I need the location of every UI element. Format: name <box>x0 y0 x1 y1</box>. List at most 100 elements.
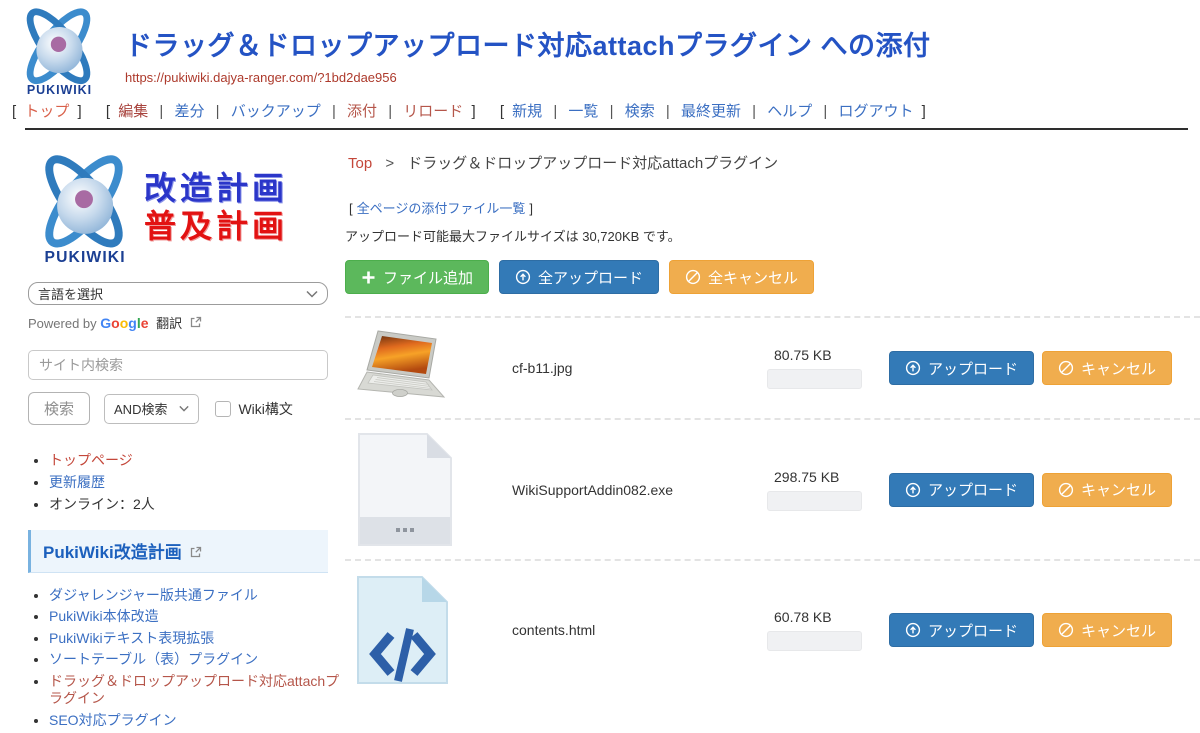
bracket: ] <box>922 103 926 120</box>
upload-progress-bar <box>767 631 862 651</box>
list-item: ダジャレンジャー版共通ファイル <box>49 587 346 605</box>
file-thumbnail <box>345 575 512 685</box>
nav-edit[interactable]: 編集 <box>118 103 148 120</box>
pipe-separator: | <box>332 103 336 120</box>
sidebar-item-top-page[interactable]: トップページ <box>49 452 133 468</box>
sidebar-item-sort-table[interactable]: ソートテーブル（表）プラグイン <box>49 651 258 667</box>
ban-icon <box>1058 360 1074 376</box>
site-search-input[interactable] <box>28 350 328 380</box>
pipe-separator: | <box>752 103 756 120</box>
circle-up-arrow-icon <box>905 622 921 638</box>
nav-diff[interactable]: 差分 <box>174 103 204 120</box>
cancel-button[interactable]: キャンセル <box>1042 351 1172 385</box>
list-item: PukiWiki本体改造 <box>49 608 346 626</box>
nav-backup[interactable]: バックアップ <box>231 103 321 120</box>
translate-link[interactable]: 翻訳 <box>156 316 182 331</box>
sidebar-item-common-files[interactable]: ダジャレンジャー版共通ファイル <box>49 587 258 603</box>
breadcrumb-current: ドラッグ＆ドロップアップロード対応attachプラグイン <box>407 155 778 172</box>
ban-icon <box>1058 482 1074 498</box>
ban-icon <box>1058 622 1074 638</box>
pukiwiki-kaizou-link[interactable]: PukiWiki改造計画 <box>43 543 182 562</box>
sidebar-logo-banner[interactable]: PUKIWIKI 改造計画 普及計画 <box>28 144 345 270</box>
language-select[interactable]: 言語を選択 <box>28 282 328 305</box>
file-row: WikiSupportAddin082.exe 298.75 KB アップロード <box>345 418 1200 559</box>
upload-all-button[interactable]: 全アップロード <box>499 260 659 294</box>
upload-progress-bar <box>767 369 862 389</box>
max-upload-size-text: アップロード可能最大ファイルサイズは 30,720KB です。 <box>345 226 1200 245</box>
logo-slogan-line2: 普及計画 <box>144 207 288 245</box>
svg-text:PUKIWIKI: PUKIWIKI <box>27 83 92 97</box>
page-header: PUKIWIKI ドラッグ＆ドロップアップロード対応attachプラグイン への… <box>0 0 1200 100</box>
nav-recent[interactable]: 最終更新 <box>681 103 741 120</box>
nav-search[interactable]: 検索 <box>625 103 655 120</box>
bracket: [ <box>349 201 353 216</box>
upload-button[interactable]: アップロード <box>889 613 1034 647</box>
file-size: 298.75 KB <box>774 469 889 485</box>
file-name: cf-b11.jpg <box>512 360 767 376</box>
sidebar-item-core-mod[interactable]: PukiWiki本体改造 <box>49 608 159 624</box>
ban-icon <box>685 269 701 285</box>
all-pages-attachment-list-link[interactable]: 全ページの添付ファイル一覧 <box>357 201 526 216</box>
logo-slogan-line1: 改造計画 <box>144 169 288 207</box>
breadcrumb-top-link[interactable]: Top <box>348 155 372 172</box>
file-row: cf-b11.jpg 80.75 KB アップロード <box>345 316 1200 418</box>
logo-brand-text: PUKIWIKI <box>45 249 126 266</box>
external-link-icon <box>190 546 202 558</box>
sidebar-item-seo-plugin[interactable]: SEO対応プラグイン <box>49 712 177 728</box>
nav-top[interactable]: トップ <box>24 103 69 120</box>
circle-up-arrow-icon <box>905 482 921 498</box>
nav-help[interactable]: ヘルプ <box>767 103 812 120</box>
pipe-separator: | <box>553 103 557 120</box>
sidebar-item-text-ext[interactable]: PukiWikiテキスト表現拡張 <box>49 630 214 646</box>
upload-button[interactable]: アップロード <box>889 473 1034 507</box>
nav-list[interactable]: 一覧 <box>568 103 598 120</box>
list-item: 更新履歴 <box>49 473 345 491</box>
main-content: Top > ドラッグ＆ドロップアップロード対応attachプラグイン [ 全ページ… <box>345 130 1200 733</box>
language-select-value: 言語を選択 <box>38 284 103 303</box>
file-size: 60.78 KB <box>774 609 889 625</box>
cancel-all-button[interactable]: 全キャンセル <box>669 260 814 294</box>
file-name: WikiSupportAddin082.exe <box>512 482 767 498</box>
breadcrumb-separator: > <box>385 155 394 172</box>
bracket: ] <box>78 103 82 120</box>
search-button[interactable]: 検索 <box>28 392 90 425</box>
cancel-button[interactable]: キャンセル <box>1042 473 1172 507</box>
nav-logout[interactable]: ログアウト <box>838 103 913 120</box>
sidebar-section-header: PukiWiki改造計画 <box>28 530 328 573</box>
search-mode-value: AND検索 <box>114 399 167 418</box>
add-file-button[interactable]: ファイル追加 <box>345 260 489 294</box>
cancel-button[interactable]: キャンセル <box>1042 613 1172 647</box>
sidebar-item-update-history[interactable]: 更新履歴 <box>49 474 105 490</box>
pipe-separator: | <box>388 103 392 120</box>
chevron-down-icon <box>179 405 189 412</box>
list-item: オンライン：2人 <box>49 495 345 513</box>
attachment-list-line: [全ページの添付ファイル一覧] <box>345 198 1200 217</box>
file-thumbnail <box>345 432 512 547</box>
html-code-file-icon <box>355 575 450 685</box>
list-item: PukiWikiテキスト表現拡張 <box>49 630 346 648</box>
wiki-syntax-checkbox[interactable] <box>215 401 231 417</box>
bracket: [ <box>500 103 504 120</box>
bracket: ] <box>471 103 475 120</box>
atom-logo-icon: PUKIWIKI <box>10 4 107 100</box>
file-row: contents.html 60.78 KB アップロード <box>345 559 1200 699</box>
bracket: [ <box>12 103 16 120</box>
nav-reload[interactable]: リロード <box>403 103 463 120</box>
file-thumbnail <box>345 327 512 409</box>
pipe-separator: | <box>159 103 163 120</box>
nav-new[interactable]: 新規 <box>512 103 542 120</box>
list-item: トップページ <box>49 451 345 469</box>
sidebar: PUKIWIKI 改造計画 普及計画 言語を選択 Powered by Goog… <box>0 130 345 733</box>
upload-button[interactable]: アップロード <box>889 351 1034 385</box>
upload-progress-bar <box>767 491 862 511</box>
pukiwiki-logo[interactable]: PUKIWIKI <box>10 4 107 105</box>
wiki-syntax-label: Wiki構文 <box>238 399 292 419</box>
bracket: [ <box>106 103 110 120</box>
sidebar-item-dragdrop-attach[interactable]: ドラッグ＆ドロップアップロード対応attachプラグイン <box>49 673 339 707</box>
pipe-separator: | <box>666 103 670 120</box>
sidebar-quick-links: トップページ 更新履歴 オンライン：2人 <box>28 451 345 514</box>
pipe-separator: | <box>610 103 614 120</box>
breadcrumb: Top > ドラッグ＆ドロップアップロード対応attachプラグイン <box>348 152 1200 173</box>
nav-attach[interactable]: 添付 <box>347 103 377 120</box>
search-mode-select[interactable]: AND検索 <box>104 394 199 424</box>
